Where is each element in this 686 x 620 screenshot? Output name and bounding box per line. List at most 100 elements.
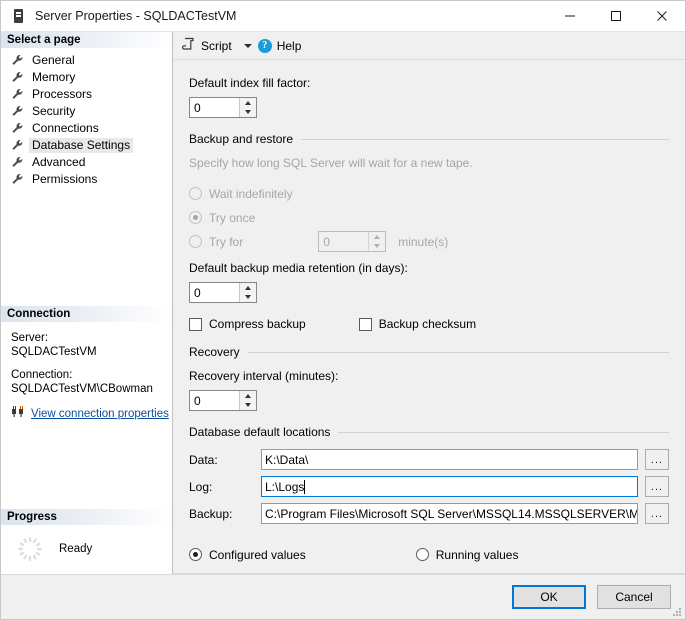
data-location-value: K:\Data\ (265, 453, 308, 467)
backup-location-input[interactable]: C:\Program Files\Microsoft SQL Server\MS… (261, 503, 638, 524)
sidebar-item-connections[interactable]: Connections (1, 120, 172, 136)
wait-indefinitely-radio[interactable] (189, 187, 202, 200)
window-title: Server Properties - SQLDACTestVM (35, 9, 547, 23)
progress-status-row: Ready (1, 526, 172, 574)
compress-backup-checkbox[interactable] (189, 318, 202, 331)
ok-button[interactable]: OK (512, 585, 586, 609)
connection-plug-icon (11, 405, 27, 422)
stepper-arrows[interactable] (368, 232, 385, 251)
help-button[interactable]: ? Help (258, 39, 302, 53)
try-once-label: Try once (209, 211, 255, 225)
try-for-stepper[interactable]: 0 (318, 231, 386, 252)
recovery-section-header: Recovery (189, 345, 669, 359)
running-values-radio[interactable] (416, 548, 429, 561)
stepper-arrows[interactable] (239, 283, 256, 302)
log-location-browse-button[interactable]: ... (645, 476, 669, 497)
try-for-unit-label: minute(s) (398, 235, 448, 249)
try-once-radio-row[interactable]: Try once (189, 207, 669, 228)
maximize-icon[interactable] (593, 1, 639, 32)
spinner-icon (17, 536, 43, 562)
data-location-label: Data: (189, 453, 261, 467)
sidebar-item-security[interactable]: Security (1, 103, 172, 119)
recovery-interval-stepper[interactable]: 0 (189, 390, 257, 411)
stepper-up-icon[interactable] (240, 283, 256, 293)
running-values-row[interactable]: Running values (416, 544, 519, 565)
wrench-icon (11, 105, 25, 117)
help-circle-icon: ? (258, 39, 272, 53)
sidebar-item-permissions[interactable]: Permissions (1, 171, 172, 187)
wrench-icon (11, 156, 25, 168)
stepper-up-icon[interactable] (240, 391, 256, 401)
configured-values-row[interactable]: Configured values (189, 544, 306, 565)
try-for-radio[interactable] (189, 235, 202, 248)
recovery-interval-label: Recovery interval (minutes): (189, 369, 669, 383)
tape-wait-hint: Specify how long SQL Server will wait fo… (189, 156, 669, 170)
progress-status-text: Ready (59, 543, 92, 555)
sidebar-item-general[interactable]: General (1, 52, 172, 68)
server-label: Server: (11, 331, 172, 345)
retention-label: Default backup media retention (in days)… (189, 261, 669, 275)
locations-section-header: Database default locations (189, 425, 669, 439)
chevron-down-icon[interactable] (244, 44, 252, 48)
stepper-down-icon[interactable] (240, 401, 256, 411)
wait-indefinitely-label: Wait indefinitely (209, 187, 293, 201)
close-icon[interactable] (639, 1, 685, 32)
compress-backup-row[interactable]: Compress backup (189, 317, 306, 331)
resize-grip[interactable] (670, 605, 682, 617)
stepper-arrows[interactable] (239, 98, 256, 117)
running-values-label: Running values (436, 548, 519, 562)
server-properties-dialog: Server Properties - SQLDACTestVM Select … (0, 0, 686, 620)
stepper-down-icon[interactable] (369, 242, 385, 252)
sidebar-item-advanced[interactable]: Advanced (1, 154, 172, 170)
backup-checksum-checkbox[interactable] (359, 318, 372, 331)
sidebar-item-memory[interactable]: Memory (1, 69, 172, 85)
select-a-page-header: Select a page (1, 32, 172, 49)
recovery-title: Recovery (189, 345, 248, 359)
sidebar-item-label: Processors (29, 87, 95, 102)
text-caret (304, 480, 305, 494)
backup-checksum-row[interactable]: Backup checksum (359, 317, 476, 331)
backup-checksum-label: Backup checksum (379, 317, 476, 331)
stepper-up-icon[interactable] (369, 232, 385, 242)
server-icon (11, 8, 27, 24)
sidebar-item-database-settings[interactable]: Database Settings (1, 137, 172, 153)
wrench-icon (11, 54, 25, 66)
sidebar-item-label: Database Settings (29, 138, 133, 153)
sidebar-item-processors[interactable]: Processors (1, 86, 172, 102)
log-location-input[interactable]: L:\Logs (261, 476, 638, 497)
data-location-input[interactable]: K:\Data\ (261, 449, 638, 470)
configured-values-label: Configured values (209, 548, 306, 562)
script-icon (182, 37, 196, 54)
connection-info: Server: SQLDACTestVM Connection: SQLDACT… (1, 323, 172, 422)
sidebar-item-label: General (29, 53, 78, 68)
backup-location-label: Backup: (189, 507, 261, 521)
try-for-value: 0 (319, 232, 368, 251)
backup-location-browse-button[interactable]: ... (645, 503, 669, 524)
cancel-button[interactable]: Cancel (597, 585, 671, 609)
try-for-radio-row[interactable]: Try for 0 minute(s) (189, 231, 669, 252)
title-bar: Server Properties - SQLDACTestVM (1, 1, 685, 32)
right-panel: Script ? Help Default index fill factor:… (173, 32, 685, 574)
configured-values-radio[interactable] (189, 548, 202, 561)
stepper-down-icon[interactable] (240, 293, 256, 303)
fill-factor-stepper[interactable]: 0 (189, 97, 257, 118)
backup-location-row: Backup: C:\Program Files\Microsoft SQL S… (189, 503, 669, 524)
try-once-radio[interactable] (189, 211, 202, 224)
locations-title: Database default locations (189, 425, 338, 439)
data-location-row: Data: K:\Data\ ... (189, 449, 669, 470)
view-connection-properties-row[interactable]: View connection properties (11, 405, 172, 422)
backup-restore-title: Backup and restore (189, 132, 301, 146)
left-panel: Select a page General Memory Processors … (1, 32, 173, 574)
minimize-icon[interactable] (547, 1, 593, 32)
script-button[interactable]: Script (182, 37, 232, 54)
stepper-down-icon[interactable] (240, 108, 256, 118)
wrench-icon (11, 173, 25, 185)
view-connection-properties-link[interactable]: View connection properties (31, 407, 169, 421)
stepper-up-icon[interactable] (240, 98, 256, 108)
compress-backup-label: Compress backup (209, 317, 306, 331)
stepper-arrows[interactable] (239, 391, 256, 410)
data-location-browse-button[interactable]: ... (645, 449, 669, 470)
sidebar-item-label: Advanced (29, 155, 88, 170)
retention-stepper[interactable]: 0 (189, 282, 257, 303)
wait-indefinitely-radio-row[interactable]: Wait indefinitely (189, 183, 669, 204)
